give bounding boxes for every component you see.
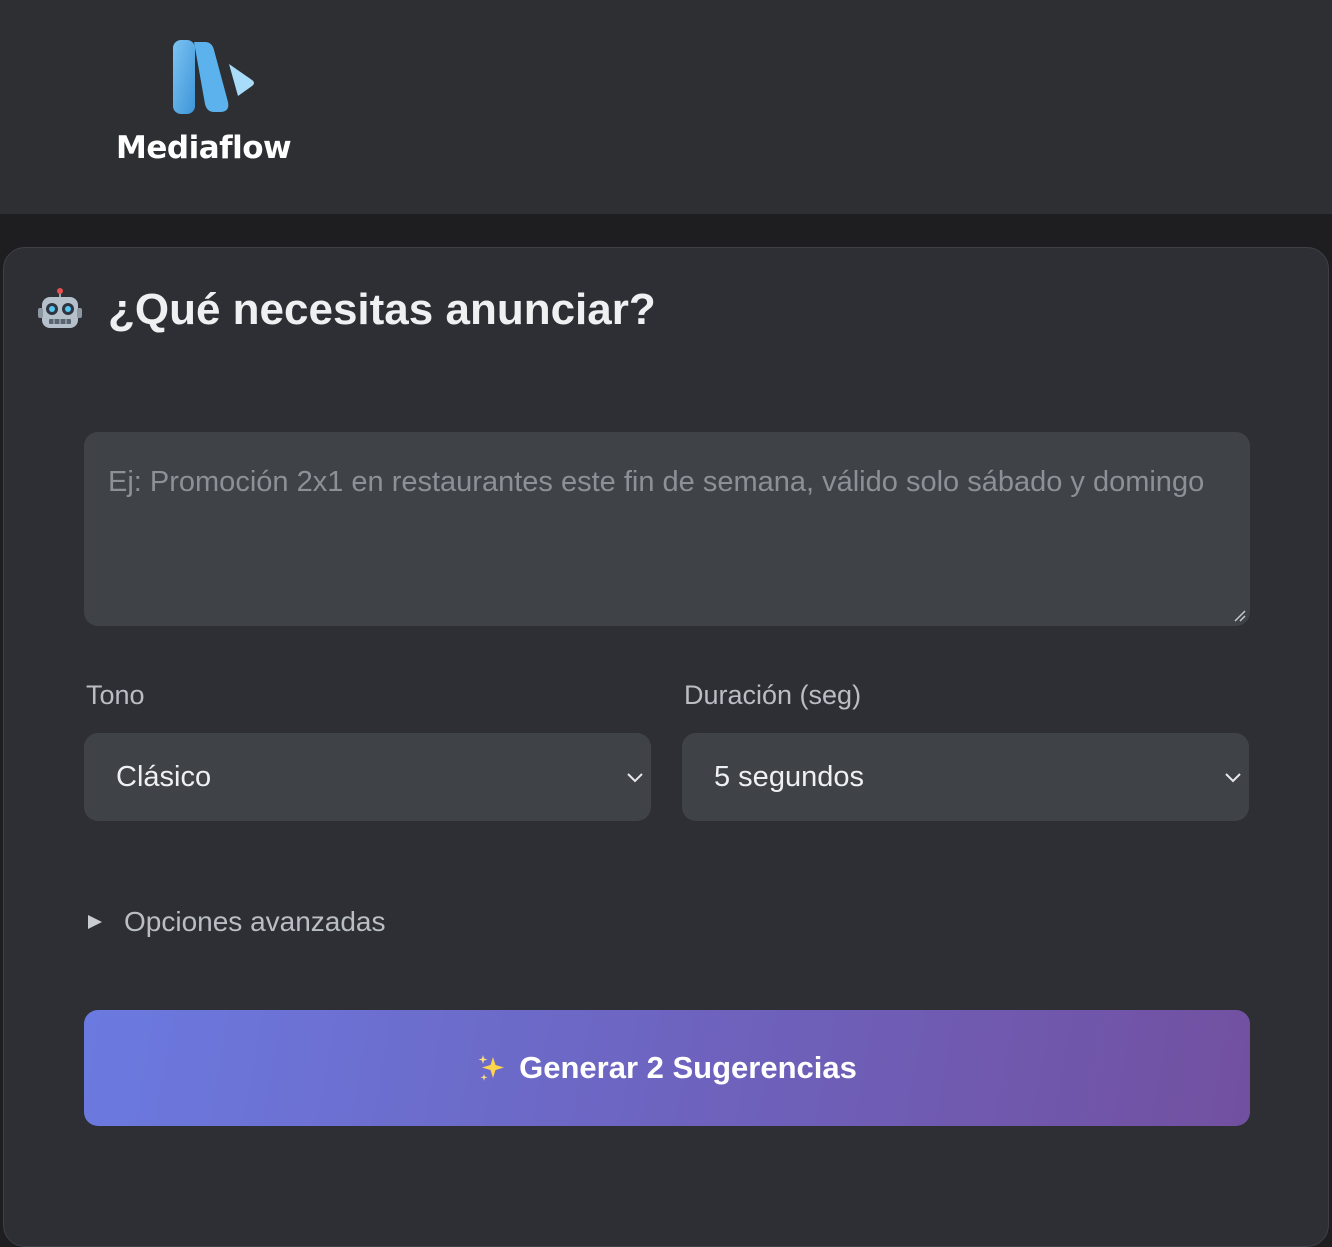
robot-icon	[38, 288, 82, 328]
duration-label: Duración (seg)	[684, 680, 862, 710]
advanced-options-label: Opciones avanzadas	[124, 906, 386, 937]
ad-request-card: ¿Qué necesitas anunciar? Tono Clásico Du…	[3, 247, 1329, 1247]
tone-selected-value: Clásico	[116, 761, 212, 793]
disclosure-triangle-icon	[88, 915, 102, 929]
duration-select[interactable]: 5 segundos	[682, 733, 1249, 821]
chevron-down-icon	[1225, 773, 1241, 783]
page-title: ¿Qué necesitas anunciar?	[108, 285, 656, 334]
tone-label: Tono	[86, 680, 145, 710]
advanced-options-toggle[interactable]: Opciones avanzadas	[86, 902, 386, 942]
chevron-down-icon	[627, 773, 643, 783]
sparkles-icon	[478, 1055, 505, 1081]
mediaflow-logo[interactable]: Mediaflow	[116, 38, 316, 170]
duration-selected-value: 5 segundos	[714, 761, 864, 793]
ad-description-input[interactable]	[84, 432, 1250, 626]
app-header: Mediaflow	[0, 0, 1332, 214]
generate-button-label: Generar 2 Sugerencias	[519, 1050, 857, 1085]
generate-suggestions-button[interactable]: Generar 2 Sugerencias	[84, 1010, 1250, 1126]
logo-text: Mediaflow	[116, 130, 292, 166]
resize-handle-icon[interactable]	[1234, 610, 1246, 622]
card-header: ¿Qué necesitas anunciar?	[38, 282, 656, 338]
mediaflow-logo-icon	[173, 40, 254, 114]
tone-select[interactable]: Clásico	[84, 733, 651, 821]
